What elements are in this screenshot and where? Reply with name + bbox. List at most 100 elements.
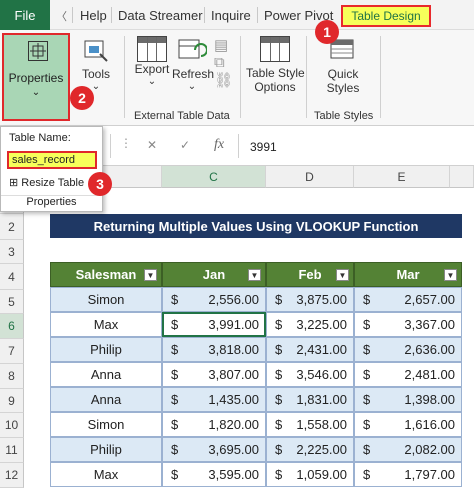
salesman-cell[interactable]: Max bbox=[50, 312, 162, 337]
row-header-6[interactable]: 6 bbox=[0, 314, 24, 339]
properties-panel: Table Name: sales_record ⊞ Resize Table … bbox=[0, 126, 103, 212]
tab-table-design[interactable]: Table Design bbox=[341, 5, 431, 27]
cell-value: 2,556.00 bbox=[208, 292, 259, 307]
currency-symbol: $ bbox=[275, 392, 283, 407]
filter-dropdown-icon[interactable]: ▼ bbox=[144, 269, 157, 281]
row-header-11[interactable]: 11 bbox=[0, 438, 24, 463]
divider bbox=[124, 36, 125, 118]
amount-cell[interactable]: $3,225.00 bbox=[266, 312, 354, 337]
cell-value: 2,082.00 bbox=[404, 442, 455, 457]
amount-cell[interactable]: $2,481.00 bbox=[354, 362, 462, 387]
tools-icon bbox=[84, 40, 108, 62]
row-header-2[interactable]: 2 bbox=[0, 214, 24, 240]
filter-dropdown-icon[interactable]: ▼ bbox=[336, 269, 349, 281]
amount-cell[interactable]: $2,657.00 bbox=[354, 287, 462, 312]
amount-cell[interactable]: $1,820.00 bbox=[162, 412, 266, 437]
divider bbox=[72, 7, 73, 23]
quick-styles-button[interactable]: Quick Styles bbox=[316, 36, 370, 95]
amount-cell[interactable]: $2,431.00 bbox=[266, 337, 354, 362]
tab-help[interactable]: Help bbox=[80, 8, 107, 23]
tools-button[interactable]: Tools ⌄ bbox=[76, 36, 116, 92]
cell-value: 1,797.00 bbox=[404, 467, 455, 482]
currency-symbol: $ bbox=[171, 367, 179, 382]
chevron-down-icon: ⌄ bbox=[187, 81, 197, 92]
divider bbox=[240, 36, 241, 118]
col-header-c[interactable]: C bbox=[162, 166, 266, 188]
amount-cell[interactable]: $3,818.00 bbox=[162, 337, 266, 362]
table-style-options-button[interactable]: Table Style Options bbox=[246, 36, 305, 94]
amount-cell[interactable]: $1,435.00 bbox=[162, 387, 266, 412]
refresh-button[interactable]: Refresh ⌄ bbox=[172, 36, 214, 92]
row-header-7[interactable]: 7 bbox=[0, 339, 24, 364]
header-label: Mar bbox=[396, 267, 420, 282]
amount-cell[interactable]: $2,636.00 bbox=[354, 337, 462, 362]
amount-cell[interactable]: $3,546.00 bbox=[266, 362, 354, 387]
salesman-cell[interactable]: Max bbox=[50, 462, 162, 487]
amount-cell[interactable]: $1,831.00 bbox=[266, 387, 354, 412]
amount-cell[interactable]: $1,558.00 bbox=[266, 412, 354, 437]
cell-value: Philip bbox=[90, 342, 122, 357]
formula-input[interactable]: 3991 bbox=[250, 140, 277, 154]
amount-cell[interactable]: $1,398.00 bbox=[354, 387, 462, 412]
salesman-cell[interactable]: Philip bbox=[50, 437, 162, 462]
row-header-9[interactable]: 9 bbox=[0, 389, 24, 413]
row-header-3[interactable]: 3 bbox=[0, 240, 24, 264]
amount-cell[interactable]: $3,807.00 bbox=[162, 362, 266, 387]
function-icon[interactable]: fx bbox=[214, 137, 224, 153]
properties-icon bbox=[28, 41, 48, 61]
amount-cell[interactable]: $3,875.00 bbox=[266, 287, 354, 312]
salesman-cell[interactable]: Anna bbox=[50, 362, 162, 387]
unlink-icon[interactable]: ⛓ bbox=[214, 71, 240, 89]
amount-cell[interactable]: $1,059.00 bbox=[266, 462, 354, 487]
filter-dropdown-icon[interactable]: ▼ bbox=[248, 269, 261, 281]
table-name-input[interactable]: sales_record bbox=[7, 151, 97, 169]
amount-cell[interactable]: $2,556.00 bbox=[162, 287, 266, 312]
tab-data-streamer[interactable]: Data Streamer bbox=[118, 8, 203, 23]
filter-dropdown-icon[interactable]: ▼ bbox=[444, 269, 457, 281]
row-header-8[interactable]: 8 bbox=[0, 364, 24, 389]
cell-value: 3,807.00 bbox=[208, 367, 259, 382]
currency-symbol: $ bbox=[363, 467, 371, 482]
cancel-icon[interactable]: ✕ bbox=[147, 138, 157, 152]
col-header-e[interactable]: E bbox=[354, 166, 450, 188]
cell-value: Anna bbox=[90, 367, 122, 382]
amount-cell[interactable]: $2,225.00 bbox=[266, 437, 354, 462]
properties-button[interactable]: Properties ⌄ bbox=[2, 33, 70, 121]
export-label: Export bbox=[134, 62, 170, 76]
amount-cell[interactable]: $3,367.00 bbox=[354, 312, 462, 337]
group-label-external: External Table Data bbox=[134, 110, 230, 122]
properties-small-icon[interactable]: ▤ bbox=[214, 36, 240, 54]
salesman-cell[interactable]: Simon bbox=[50, 287, 162, 312]
cell-value: 1,398.00 bbox=[404, 392, 455, 407]
amount-cell[interactable]: $1,616.00 bbox=[354, 412, 462, 437]
amount-cell[interactable]: $2,082.00 bbox=[354, 437, 462, 462]
col-header-d[interactable]: D bbox=[266, 166, 354, 188]
tab-inquire[interactable]: Inquire bbox=[211, 8, 251, 23]
table-style-label: Table Style bbox=[246, 66, 305, 80]
open-browser-icon[interactable]: ⧉ bbox=[214, 54, 240, 71]
salesman-cell[interactable]: Simon bbox=[50, 412, 162, 437]
resize-table-button[interactable]: ⊞ Resize Table bbox=[9, 176, 84, 189]
cell-value: Simon bbox=[87, 417, 125, 432]
col-header-f[interactable] bbox=[450, 166, 474, 188]
cell-value: 1,616.00 bbox=[404, 417, 455, 432]
cell-value: 1,831.00 bbox=[296, 392, 347, 407]
export-button[interactable]: Export ⌄ bbox=[132, 36, 172, 87]
amount-cell[interactable]: $1,797.00 bbox=[354, 462, 462, 487]
file-tab[interactable]: File bbox=[0, 0, 50, 30]
styles-label: Styles bbox=[326, 81, 360, 95]
table-export-icon bbox=[137, 36, 167, 62]
amount-cell[interactable]: $3,695.00 bbox=[162, 437, 266, 462]
row-header-12[interactable]: 12 bbox=[0, 463, 24, 488]
amount-cell[interactable]: $3,991.00 bbox=[162, 312, 266, 337]
enter-icon[interactable]: ✓ bbox=[180, 138, 190, 152]
amount-cell[interactable]: $3,595.00 bbox=[162, 462, 266, 487]
cell-value: 3,695.00 bbox=[208, 442, 259, 457]
salesman-cell[interactable]: Anna bbox=[50, 387, 162, 412]
currency-symbol: $ bbox=[275, 317, 283, 332]
row-header-4[interactable]: 4 bbox=[0, 264, 24, 290]
salesman-cell[interactable]: Philip bbox=[50, 337, 162, 362]
row-header-5[interactable]: 5 bbox=[0, 290, 24, 314]
row-header-10[interactable]: 10 bbox=[0, 413, 24, 438]
chevron-left-icon[interactable]: 〈 bbox=[56, 8, 67, 24]
